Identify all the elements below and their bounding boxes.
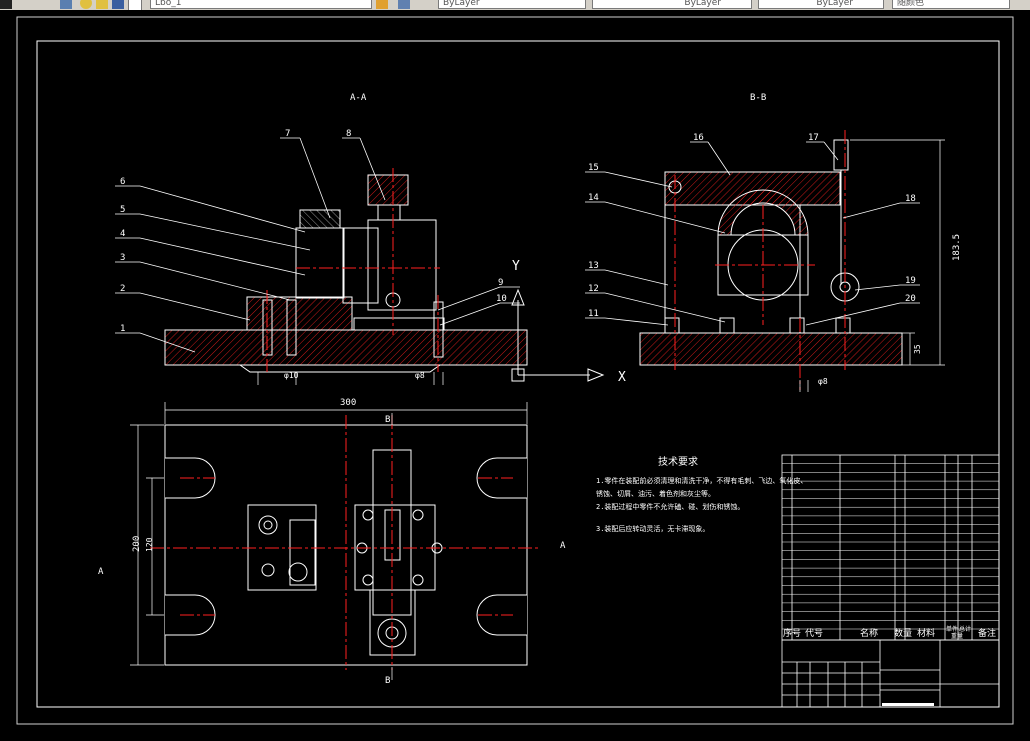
aa-base-plate [164, 329, 528, 366]
bom-header-no: 序号 [783, 627, 801, 639]
plan-section-b-bottom: B [385, 676, 390, 686]
layer-dropdown[interactable]: Lbo_1 [150, 0, 372, 9]
cad-drawing: 1 2 3 4 5 6 7 8 9 10 A-A φ10 φ8 Y X 11 1… [16, 16, 1014, 725]
aa-callout-2: 2 [120, 284, 125, 294]
bom-header-qty: 数量 [894, 627, 912, 639]
bb-callout-15: 15 [588, 163, 599, 173]
sun-icon[interactable] [96, 0, 108, 9]
aa-callout-1: 1 [120, 324, 125, 334]
aa-dim-phi-left: φ10 [284, 371, 299, 380]
bb-bolt-20 [789, 317, 805, 334]
bb-bolt-11 [664, 317, 680, 334]
bb-leaders [585, 141, 920, 326]
plan-section-a-left: A [98, 567, 104, 577]
bb-section-title: B-B [750, 93, 766, 103]
aa-top-block [367, 174, 409, 206]
aa-callout-5: 5 [120, 205, 125, 215]
section-bb-view [639, 139, 903, 366]
tech-req-line-1: 1.零件在装配前必须清理和清洗干净，不得有毛刺、飞边、氧化皮、 [596, 476, 807, 485]
tech-req-lines: 1.零件在装配前必须清理和清洗干净，不得有毛刺、飞边、氧化皮、 锈蚀、切屑、油污… [596, 476, 807, 533]
bb-callout-19: 19 [905, 276, 916, 286]
bom-rows [782, 463, 999, 630]
aa-callout-10: 10 [496, 294, 507, 304]
aa-base-relief [239, 364, 441, 373]
linetype-dropdown[interactable]: ByLayer [592, 0, 752, 9]
bb-bolt-19 [835, 317, 851, 334]
tech-req-line-2: 锈蚀、切屑、油污、着色剂和灰尘等。 [596, 489, 715, 498]
plan-section-b-top: B [385, 415, 390, 425]
aa-body-left [342, 227, 379, 304]
layer-states-icon[interactable] [0, 0, 12, 9]
bom-header-unit: 单件 [946, 625, 958, 633]
aa-callout-7: 7 [285, 129, 290, 139]
aa-callout-3: 3 [120, 253, 125, 263]
tech-req-line-4: 3.装配后应转动灵活，无卡滞现象。 [596, 524, 709, 533]
bom-header-labels: 序号 代号 名称 数量 材料 单件 总计 重量 备注 [783, 625, 996, 640]
drawing-canvas[interactable]: 1 2 3 4 5 6 7 8 9 10 A-A φ10 φ8 Y X 11 1… [0, 10, 1030, 741]
color-dropdown[interactable]: ByLayer [438, 0, 586, 9]
bom-header-name: 名称 [860, 627, 878, 639]
bb-callout-14: 14 [588, 193, 599, 203]
bb-bolt-12 [719, 317, 735, 334]
bom-header-material: 材料 [917, 627, 935, 639]
ucs-x-label: X [618, 370, 626, 385]
bb-callout-17: 17 [808, 133, 819, 143]
aa-callout-4: 4 [120, 229, 125, 239]
aa-dim-phi-mid: φ8 [415, 371, 425, 380]
plan-dim-width: 300 [340, 398, 356, 408]
layer-previous-icon[interactable] [398, 0, 410, 9]
bom-header-weight: 重量 [951, 632, 963, 640]
aa-section-title: A-A [350, 93, 367, 103]
plan-dim-lines [130, 402, 528, 680]
section-aa-view [164, 174, 528, 373]
ucs-y-label: Y [512, 259, 520, 274]
bb-screw-head [833, 139, 849, 171]
make-current-icon[interactable] [376, 0, 388, 9]
bb-dim-base: 35 [913, 344, 922, 354]
title-block-marks [882, 703, 934, 706]
bb-dim-height: 183.5 [952, 234, 962, 261]
bom-header-total: 总计 [959, 625, 971, 633]
title-block [781, 639, 1000, 708]
bb-base-plate [639, 332, 903, 366]
bb-callout-20: 20 [905, 294, 916, 304]
bom-header-code: 代号 [805, 628, 823, 639]
layers-icon[interactable] [60, 0, 72, 9]
aa-callout-6: 6 [120, 177, 125, 187]
aa-foot [353, 317, 445, 331]
bom-table [781, 454, 1000, 641]
bb-callout-13: 13 [588, 261, 599, 271]
bb-callout-18: 18 [905, 194, 916, 204]
tech-req-title: 技术要求 [658, 455, 698, 468]
plan-centerlines [150, 415, 540, 670]
aa-callout-8: 8 [346, 129, 351, 139]
bb-dim-phi: φ8 [818, 377, 828, 386]
bb-callout-labels: 11 12 13 14 15 16 17 18 19 20 [588, 133, 916, 319]
aa-neck [377, 204, 401, 221]
bb-callout-12: 12 [588, 284, 599, 294]
bb-callout-16: 16 [693, 133, 704, 143]
plan-dim-height: 200 [132, 536, 142, 552]
plan-clamp-lever [289, 519, 316, 586]
tech-req-line-3: 2.装配过程中零件不允许磕、碰、划伤和锈蚀。 [596, 502, 744, 511]
bom-header-remark: 备注 [978, 627, 996, 639]
plotstyle-dropdown[interactable]: 随颜色 [892, 0, 1010, 9]
plan-section-a-right: A [560, 541, 566, 551]
lineweight-dropdown[interactable]: ByLayer [758, 0, 884, 9]
aa-clamp-block [295, 227, 345, 299]
plan-dim-height-inner: 120 [145, 537, 154, 552]
lightbulb-icon[interactable] [80, 0, 92, 9]
aa-callout-9: 9 [498, 278, 503, 288]
aa-clamp-cap [299, 209, 341, 229]
lock-icon[interactable] [112, 0, 124, 9]
bb-callout-11: 11 [588, 309, 599, 319]
